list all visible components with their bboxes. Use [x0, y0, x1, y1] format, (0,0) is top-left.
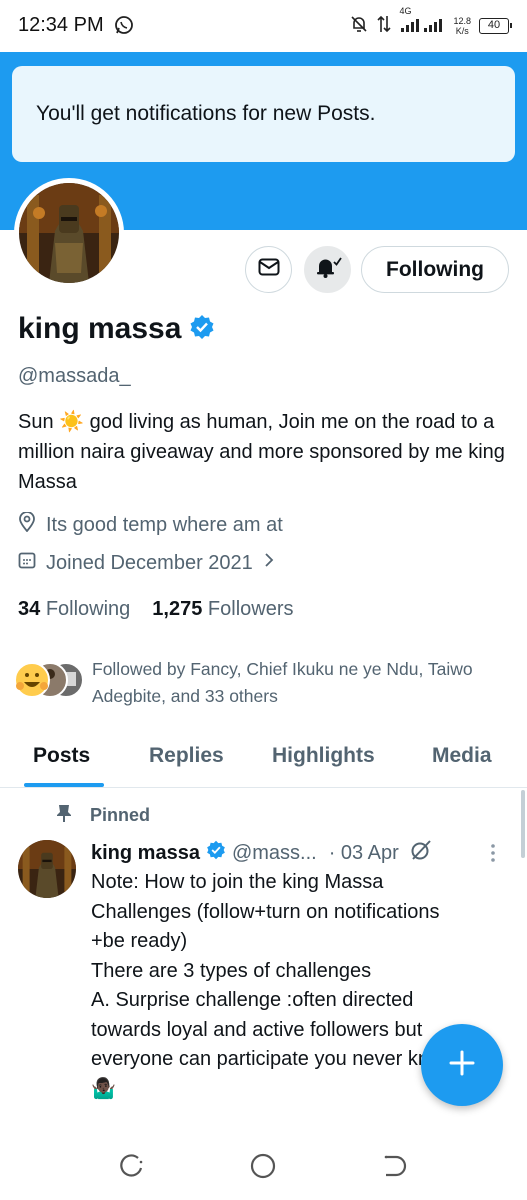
grok-icon[interactable]	[409, 838, 433, 868]
joined-row[interactable]: Joined December 2021	[18, 551, 275, 575]
profile-bio: Sun ☀️ god living as human, Join me on t…	[18, 411, 505, 493]
scrollbar[interactable]	[521, 790, 525, 858]
post-author-avatar[interactable]	[18, 840, 76, 898]
chevron-right-icon	[263, 551, 275, 575]
avatar-image	[19, 183, 119, 283]
verified-icon	[206, 840, 226, 866]
battery-icon: 40	[479, 18, 512, 34]
mail-icon	[258, 258, 280, 281]
message-button[interactable]	[245, 246, 292, 293]
pinned-text: Pinned	[90, 805, 151, 825]
pinned-label-row: Pinned	[56, 803, 150, 828]
tab-posts[interactable]: Posts	[33, 744, 90, 768]
post-header: king massa @mass... · 03 Apr	[91, 838, 433, 868]
profile-avatar[interactable]	[14, 178, 124, 288]
post-author-name[interactable]: king massa	[91, 842, 200, 865]
more-options-icon[interactable]	[490, 843, 496, 868]
post-line: Note: How to join the king Massa	[91, 871, 384, 893]
toast-text: You'll get notifications for new Posts.	[36, 102, 376, 125]
notifications-button[interactable]	[304, 246, 351, 293]
back-icon[interactable]	[380, 1152, 408, 1185]
follower-avatars	[14, 660, 84, 700]
plus-icon	[448, 1049, 476, 1082]
post-line: There are 3 types of challenges	[91, 959, 372, 982]
post-line: Challenges (follow+turn on notifications	[91, 900, 440, 923]
tab-replies[interactable]: Replies	[149, 744, 224, 768]
display-name: king massa	[18, 312, 182, 345]
verified-icon	[189, 314, 215, 345]
status-time: 12:34 PM	[18, 14, 104, 36]
recents-icon[interactable]	[118, 1152, 146, 1185]
post-line: A. Surprise challenge :often directed	[91, 989, 414, 1011]
location-row: Its good temp where am at	[18, 511, 283, 538]
profile-tabs: Posts Replies Highlights Media	[0, 730, 527, 788]
pin-icon	[56, 803, 72, 828]
status-bar: 12:34 PM 4G 12.8 K/s 40	[0, 0, 527, 52]
followed-by-text: Followed by Fancy, Chief Ikuku ne ye Ndu…	[92, 659, 473, 706]
following-stat[interactable]: 34 Following	[18, 598, 130, 621]
whatsapp-icon	[114, 15, 134, 40]
compose-post-button[interactable]	[421, 1024, 503, 1106]
tab-highlights[interactable]: Highlights	[272, 744, 375, 768]
joined-text: Joined December 2021	[46, 551, 253, 574]
system-nav-bar	[0, 1130, 527, 1200]
location-pin-icon	[18, 511, 36, 538]
active-tab-indicator	[24, 783, 104, 787]
bell-check-icon	[314, 255, 342, 284]
post-line: +be ready)	[91, 930, 188, 952]
tab-media[interactable]: Media	[432, 744, 492, 768]
post-author-handle: @mass...	[231, 841, 317, 864]
mute-icon	[349, 14, 369, 39]
following-button[interactable]: Following	[361, 246, 509, 293]
signal-icon: 4G	[399, 6, 445, 39]
home-icon[interactable]	[249, 1152, 277, 1185]
location-text: Its good temp where am at	[46, 513, 283, 536]
post-date: · 03 Apr	[328, 841, 399, 864]
followed-by[interactable]: Followed by Fancy, Chief Ikuku ne ye Ndu…	[14, 656, 512, 710]
followers-stat[interactable]: 1,275 Followers	[152, 598, 293, 621]
calendar-icon	[18, 551, 36, 575]
name-row: king massa	[18, 312, 215, 346]
profile-handle: @massada_	[18, 365, 131, 387]
notification-toast: You'll get notifications for new Posts.	[12, 66, 515, 162]
follow-stats: 34 Following 1,275 Followers	[18, 598, 294, 621]
data-arrows-icon	[377, 14, 392, 39]
net-speed: 12.8 K/s	[453, 16, 471, 36]
